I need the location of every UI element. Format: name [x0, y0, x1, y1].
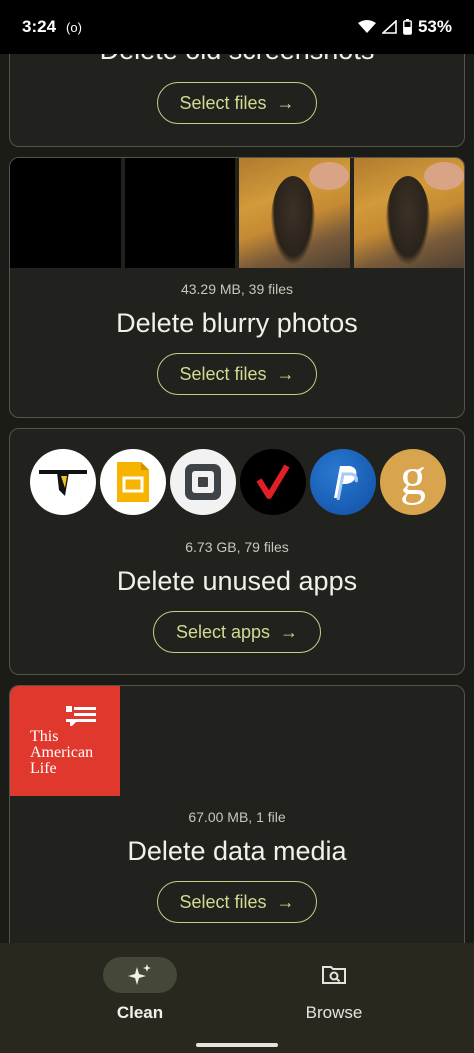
button-label: Select files: [179, 363, 267, 384]
nav-clean-label: Clean: [116, 1003, 164, 1022]
bottom-navigation: Clean Browse: [0, 943, 474, 1053]
slides-app-icon[interactable]: [100, 449, 166, 515]
cast-icon: (o): [66, 19, 82, 35]
card-data-media: This American Life 67.00 MB, 1 file Dele…: [9, 685, 465, 943]
photo-thumbnail[interactable]: [124, 158, 235, 268]
card-meta: 6.73 GB, 79 files: [185, 539, 289, 555]
select-apps-button[interactable]: Select apps →: [153, 611, 321, 653]
select-files-button[interactable]: Select files →: [157, 881, 317, 923]
card-meta: 43.29 MB, 39 files: [180, 281, 294, 297]
arrow-right-icon: →: [280, 621, 299, 642]
nav-browse-indicator: [297, 957, 371, 993]
wifi-icon: [357, 20, 376, 33]
folder-search-icon: [322, 966, 346, 984]
content-scroll[interactable]: Delete old screenshots Select files → 43…: [0, 54, 474, 943]
app-icons: g: [30, 449, 446, 515]
status-time: 3:24: [22, 17, 57, 36]
battery-percent: 53%: [417, 17, 452, 36]
nav-browse-label: Browse: [305, 1003, 363, 1022]
home-indicator[interactable]: [196, 1043, 278, 1047]
card-title: Delete unused apps: [116, 566, 358, 596]
photo-thumbnail[interactable]: [10, 158, 121, 268]
status-bar: 3:24 (o) 53%: [0, 0, 474, 54]
nav-browse[interactable]: Browse: [274, 957, 394, 1023]
select-files-button[interactable]: Select files →: [157, 82, 317, 124]
bird-app-icon[interactable]: [30, 449, 96, 515]
button-label: Select apps: [175, 621, 271, 642]
card-unused-apps: g 6.73 GB, 79 files Delete unused apps S…: [9, 428, 465, 675]
photo-thumbnail[interactable]: [239, 158, 350, 268]
arrow-right-icon: →: [276, 92, 295, 113]
nav-clean[interactable]: Clean: [80, 957, 200, 1023]
paypal-app-icon[interactable]: [310, 449, 376, 515]
card-old-screenshots: Delete old screenshots Select files →: [9, 54, 465, 147]
arrow-right-icon: →: [276, 363, 295, 384]
button-label: Select files: [179, 891, 267, 912]
photo-thumbnails: [10, 158, 464, 268]
card-title: Delete blurry photos: [116, 308, 358, 338]
status-icons: 53%: [357, 17, 452, 37]
goodreads-app-icon[interactable]: g: [380, 449, 446, 515]
sparkle-icon: [128, 964, 151, 985]
button-label: Select files: [179, 92, 267, 113]
card-title: Delete old screenshots: [10, 54, 464, 66]
card-blurry-photos: 43.29 MB, 39 files Delete blurry photos …: [9, 157, 465, 418]
signal-icon: [381, 20, 397, 34]
battery-icon: [403, 19, 412, 35]
this-american-life-logo[interactable]: This American Life: [10, 686, 120, 796]
card-meta: 67.00 MB, 1 file: [188, 809, 286, 825]
card-title: Delete data media: [127, 836, 347, 866]
logo-text: This American Life: [30, 728, 94, 777]
arrow-right-icon: →: [276, 891, 295, 912]
verizon-app-icon[interactable]: [240, 449, 306, 515]
photo-thumbnail[interactable]: [353, 158, 464, 268]
speech-bubble-icon: [66, 706, 96, 726]
select-files-button[interactable]: Select files →: [157, 353, 317, 395]
square-app-icon[interactable]: [170, 449, 236, 515]
nav-clean-indicator: [103, 957, 177, 993]
